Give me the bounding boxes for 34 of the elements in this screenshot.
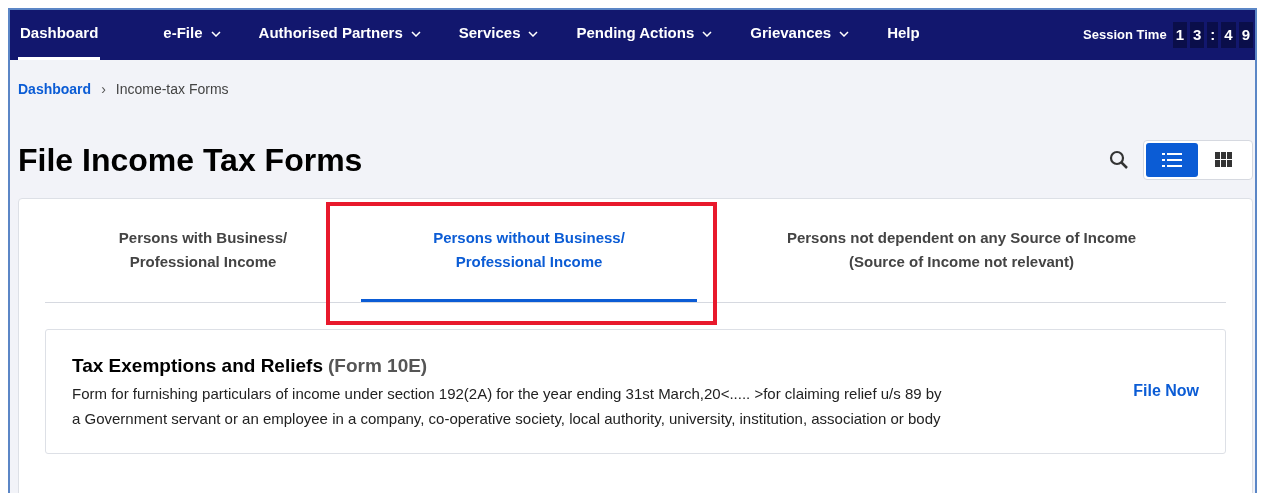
nav-item[interactable]: Help — [885, 10, 922, 60]
nav-item[interactable]: e-File — [161, 10, 223, 60]
session-time-digit: 1 — [1172, 21, 1187, 49]
breadcrumb-link[interactable]: Dashboard — [18, 79, 92, 100]
chevron-down-icon — [210, 30, 221, 37]
session-time-label: Session Time — [1083, 26, 1167, 45]
chevron-down-icon — [839, 30, 850, 37]
session-time-digit: 9 — [1238, 21, 1253, 49]
page-title: File Income Tax Forms — [18, 141, 363, 180]
form-description: a Government servant or an employee in a company, co-operative society, local authority, university, institution, association or body — [72, 408, 942, 429]
file-now-link[interactable]: File Now — [1133, 379, 1199, 404]
nav-item[interactable]: Services — [456, 10, 541, 60]
nav-item[interactable]: Dashboard — [18, 10, 101, 60]
chevron-down-icon — [528, 30, 539, 37]
nav-item[interactable]: Grievances — [748, 10, 852, 60]
category-tab[interactable]: Persons with Business/ Professional Income — [45, 199, 361, 302]
list-view-button[interactable] — [1146, 143, 1198, 177]
grid-icon — [1215, 152, 1233, 168]
form-title: Tax Exemptions and Reliefs — [72, 354, 323, 378]
nav-item[interactable]: Pending Actions — [574, 10, 715, 60]
form-code: (Form 10E) — [327, 354, 428, 378]
session-time-digit: 3 — [1189, 21, 1205, 49]
nav-item[interactable]: Authorised Partners — [256, 10, 423, 60]
chevron-down-icon — [410, 30, 421, 37]
search-icon[interactable] — [1109, 150, 1129, 170]
session-time-digit: 4 — [1221, 21, 1236, 49]
category-tab[interactable]: Persons not dependent on any Source of Income (Source of Income not relevant) — [697, 199, 1226, 302]
breadcrumb-current: Income-tax Forms — [115, 80, 229, 99]
chevron-down-icon — [702, 30, 713, 37]
form-description: Form for furnishing particulars of income under section 192(2A) for the year ending 31st March,20<..... >for claiming relief u/s 89 by — [72, 383, 942, 404]
session-time-digit: : — [1207, 21, 1219, 49]
list-icon — [1162, 153, 1182, 167]
breadcrumb-separator: › — [101, 80, 106, 99]
category-tab[interactable]: Persons without Business/ Professional Income — [361, 199, 697, 302]
